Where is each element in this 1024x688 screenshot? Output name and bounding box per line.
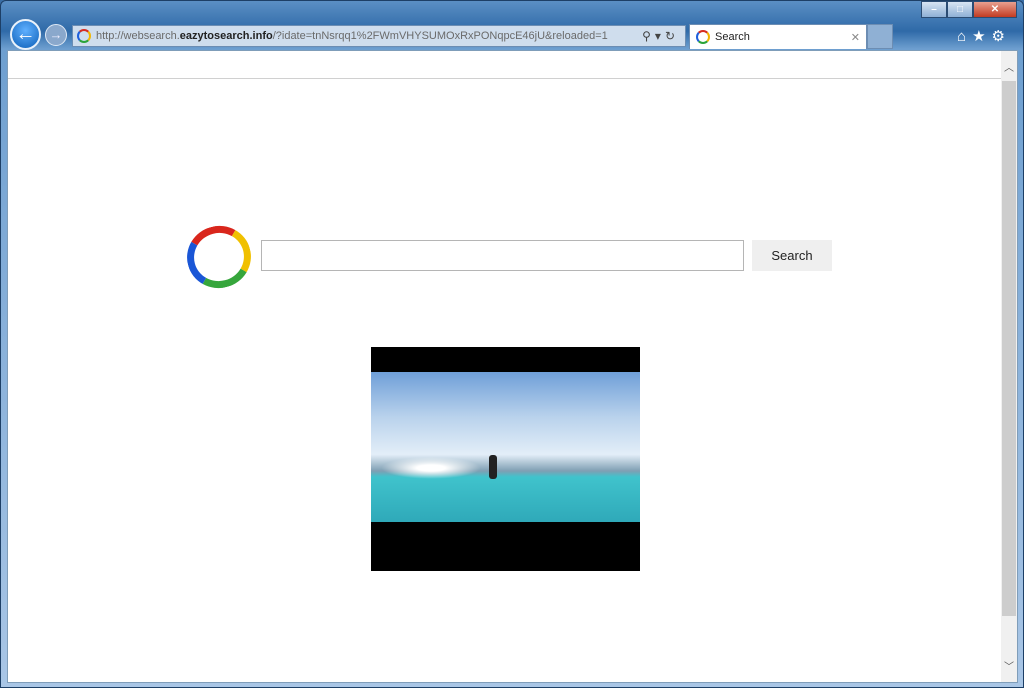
refresh-icon[interactable]: ↻ xyxy=(665,29,679,43)
close-icon[interactable]: ✕ xyxy=(851,31,860,44)
tab-favicon-icon xyxy=(696,30,710,44)
browser-window: – □ ✕ ← → http://websearch. eazytosearch.… xyxy=(0,0,1024,688)
scrollbar-thumb[interactable] xyxy=(1002,81,1016,616)
gear-icon[interactable]: ⚙ xyxy=(992,28,1011,45)
search-logo xyxy=(180,218,258,296)
divider xyxy=(8,78,1003,79)
url-prefix: http://websearch. xyxy=(96,30,180,42)
kitesurfer xyxy=(489,455,497,479)
star-icon[interactable]: ★ xyxy=(972,28,991,45)
tab-search[interactable]: Search ✕ xyxy=(689,24,867,49)
search-icon[interactable]: ⚲ xyxy=(642,29,655,43)
chevron-down-icon[interactable]: ﹀ xyxy=(1001,660,1017,676)
minimize-button[interactable]: – xyxy=(921,1,947,18)
video-player[interactable] xyxy=(371,347,640,571)
close-window-button[interactable]: ✕ xyxy=(973,1,1017,18)
new-tab-button[interactable] xyxy=(867,24,893,49)
forward-button[interactable]: → xyxy=(45,24,67,46)
maximize-button[interactable]: □ xyxy=(947,1,973,18)
page-content: ︿ ﹀ Search xyxy=(7,50,1018,683)
back-button[interactable]: ← xyxy=(10,19,41,50)
url-domain: eazytosearch.info xyxy=(179,30,273,42)
search-input[interactable] xyxy=(261,240,744,271)
dropdown-icon[interactable]: ▾ xyxy=(655,29,665,43)
site-favicon-icon xyxy=(77,29,91,43)
home-icon[interactable]: ⌂ xyxy=(957,28,972,45)
window-controls: – □ ✕ xyxy=(921,1,1017,18)
tab-title: Search xyxy=(715,31,750,43)
vertical-scrollbar[interactable]: ︿ ﹀ xyxy=(1001,51,1017,682)
video-frame-image xyxy=(371,372,640,522)
url-suffix: /?idate=tnNsrqq1%2FWmVHYSUMOxRxPONqpcE46… xyxy=(272,30,608,42)
chevron-up-icon[interactable]: ︿ xyxy=(1001,61,1017,77)
address-bar[interactable]: http://websearch. eazytosearch.info/?idat… xyxy=(72,25,686,47)
wave-splash xyxy=(381,457,481,479)
search-button[interactable]: Search xyxy=(752,240,832,271)
